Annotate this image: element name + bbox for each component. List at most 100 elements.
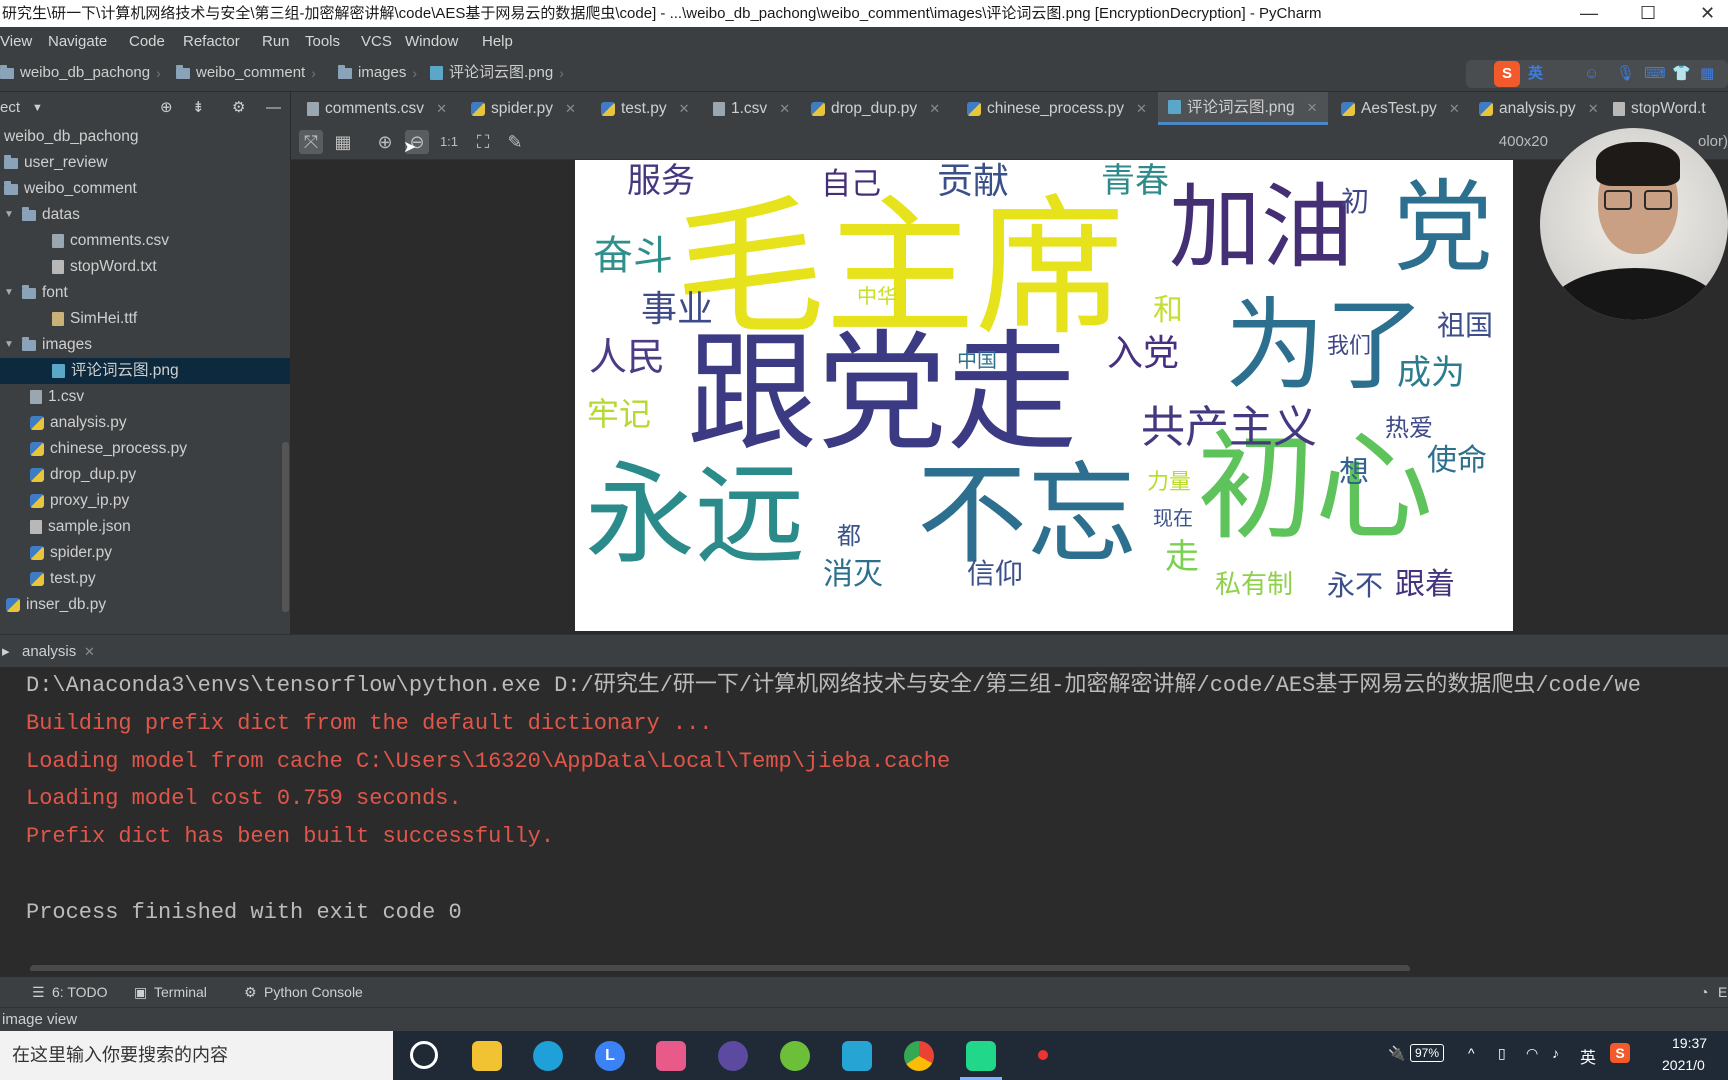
hide-panel-icon[interactable]: —: [266, 92, 281, 124]
record-icon[interactable]: [1038, 1050, 1048, 1060]
expand-arrow-icon[interactable]: ▼: [4, 332, 16, 358]
collapse-all-icon[interactable]: ⇟: [192, 92, 205, 124]
menu-code[interactable]: Code: [129, 27, 165, 56]
battery-indicator[interactable]: 97%: [1410, 1044, 1445, 1062]
close-tab-icon[interactable]: ✕: [1449, 92, 1460, 125]
tab-stopword-txt[interactable]: stopWord.t: [1613, 92, 1706, 125]
shirt-icon[interactable]: 👕: [1672, 60, 1691, 88]
close-tab-icon[interactable]: ✕: [779, 92, 790, 125]
webstorm-icon[interactable]: [842, 1041, 872, 1071]
close-tab-icon[interactable]: ✕: [565, 92, 576, 125]
tree-item-datas[interactable]: ▼ datas: [4, 202, 80, 228]
tree-item-drop-dup-py[interactable]: drop_dup.py: [30, 462, 136, 488]
ime-indicator[interactable]: 英: [1580, 1044, 1596, 1068]
power-icon[interactable]: 🔌: [1388, 1045, 1405, 1062]
chevron-up-icon[interactable]: ^: [1468, 1045, 1475, 1061]
tree-item-font[interactable]: ▼ font: [4, 280, 68, 306]
microphone-icon[interactable]: 🎙: [1616, 60, 1635, 88]
breadcrumb-project[interactable]: weibo_db_pachong ›: [0, 56, 161, 90]
clock-time[interactable]: 19:37: [1672, 1035, 1707, 1051]
fit-zoom-icon[interactable]: ⤧: [299, 130, 323, 154]
expand-arrow-icon[interactable]: ▼: [4, 202, 16, 228]
menu-vcs[interactable]: VCS: [361, 27, 392, 56]
tree-item-1-csv[interactable]: 1.csv: [30, 384, 84, 410]
maximize-button[interactable]: ☐: [1640, 0, 1656, 27]
zoom-in-icon[interactable]: ⊕: [373, 130, 397, 154]
intellij-icon[interactable]: [656, 1041, 686, 1071]
pycharm-icon[interactable]: [966, 1041, 996, 1071]
volume-icon[interactable]: ♪: [1552, 1045, 1559, 1061]
tab-chinese-process-py[interactable]: chinese_process.py ✕: [967, 92, 1147, 125]
project-view-selector[interactable]: ect: [0, 92, 20, 124]
wifi-icon[interactable]: ◠: [1526, 1045, 1538, 1062]
tool-event-log[interactable]: E: [1718, 977, 1727, 1007]
tree-item-stopword-txt[interactable]: stopWord.txt: [52, 254, 157, 280]
chrome-icon[interactable]: [904, 1041, 934, 1071]
menu-window[interactable]: Window: [405, 27, 458, 56]
close-run-tab-icon[interactable]: ✕: [84, 635, 95, 668]
color-picker-icon[interactable]: ✎: [503, 130, 527, 154]
menu-help[interactable]: Help: [482, 27, 513, 56]
tree-item-chinese-process-py[interactable]: chinese_process.py: [30, 436, 187, 462]
tab-comments-csv[interactable]: comments.csv ✕: [307, 92, 447, 125]
close-tab-icon[interactable]: ✕: [679, 92, 690, 125]
grid-toggle-icon[interactable]: ▦: [331, 130, 355, 154]
edge-icon[interactable]: [533, 1041, 563, 1071]
tree-item-wordcloud-png[interactable]: 评论词云图.png: [0, 358, 290, 384]
project-scrollbar[interactable]: [282, 442, 289, 612]
tree-item-user-review[interactable]: user_review: [4, 150, 108, 176]
gear-icon[interactable]: ⚙: [232, 92, 245, 124]
console-horizontal-scrollbar[interactable]: [30, 965, 1410, 971]
tree-item-weibo-db-pachong[interactable]: weibo_db_pachong: [4, 124, 138, 150]
tree-item-simhei-ttf[interactable]: SimHei.ttf: [52, 306, 137, 332]
close-tab-icon[interactable]: ✕: [436, 92, 447, 125]
l-app-icon[interactable]: L: [595, 1041, 625, 1071]
tree-item-sample-json[interactable]: sample.json: [30, 514, 131, 540]
tab-analysis-py[interactable]: analysis.py ✕: [1479, 92, 1599, 125]
app-green-icon[interactable]: [780, 1041, 810, 1071]
tool-todo[interactable]: 6: TODO: [52, 977, 108, 1007]
sogou-tray-icon[interactable]: S: [1610, 1043, 1630, 1063]
tree-item-analysis-py[interactable]: analysis.py: [30, 410, 127, 436]
tree-item-test-py[interactable]: test.py: [30, 566, 96, 592]
cortana-icon[interactable]: [410, 1041, 438, 1069]
fit-window-icon[interactable]: ⛶: [471, 130, 495, 154]
tree-item-proxy-ip-py[interactable]: proxy_ip.py: [30, 488, 129, 514]
tab-test-py[interactable]: test.py ✕: [601, 92, 690, 125]
expand-arrow-icon[interactable]: ▼: [4, 280, 16, 306]
close-tab-icon[interactable]: ✕: [1136, 92, 1147, 125]
breadcrumb-weibo-comment[interactable]: weibo_comment ›: [176, 56, 316, 90]
eclipse-icon[interactable]: [718, 1041, 748, 1071]
menu-view[interactable]: View: [0, 27, 32, 56]
taskbar-search-box[interactable]: 在这里输入你要搜索的内容: [0, 1031, 393, 1080]
tab-drop-dup-py[interactable]: drop_dup.py ✕: [811, 92, 940, 125]
tree-item-images[interactable]: ▼ images: [4, 332, 92, 358]
tab-aestest-py[interactable]: AesTest.py ✕: [1341, 92, 1460, 125]
tab-spider-py[interactable]: spider.py ✕: [471, 92, 576, 125]
ime-language[interactable]: 英: [1528, 60, 1543, 88]
breadcrumb-images[interactable]: images ›: [338, 56, 417, 90]
tool-terminal[interactable]: Terminal: [154, 977, 207, 1007]
chevron-down-icon[interactable]: ▼: [32, 92, 43, 124]
sogou-icon[interactable]: S: [1494, 61, 1520, 87]
breadcrumb-file[interactable]: 评论词云图.png ›: [430, 56, 564, 90]
smile-icon[interactable]: ☺: [1584, 60, 1599, 88]
close-tab-icon[interactable]: ✕: [1588, 92, 1599, 125]
grid-icon[interactable]: ▦: [1700, 60, 1714, 88]
tree-item-spider-py[interactable]: spider.py: [30, 540, 112, 566]
close-button[interactable]: ✕: [1700, 0, 1715, 27]
tree-item-inser-db-py[interactable]: inser_db.py: [6, 592, 106, 618]
menu-tools[interactable]: Tools: [305, 27, 340, 56]
run-console[interactable]: D:\Anaconda3\envs\tensorflow\python.exe …: [0, 667, 1728, 971]
close-tab-icon[interactable]: ✕: [1307, 91, 1318, 124]
file-explorer-icon[interactable]: [472, 1041, 502, 1071]
tree-item-weibo-comment[interactable]: weibo_comment: [4, 176, 137, 202]
clock-date[interactable]: 2021/0: [1662, 1057, 1705, 1073]
locate-icon[interactable]: ⊕: [160, 92, 173, 124]
minimize-button[interactable]: —: [1580, 0, 1598, 27]
menu-run[interactable]: Run: [262, 27, 290, 56]
menu-refactor[interactable]: Refactor: [183, 27, 240, 56]
keyboard-icon[interactable]: ⌨: [1644, 60, 1666, 88]
tablet-icon[interactable]: ▯: [1498, 1045, 1506, 1062]
tree-item-comments-csv[interactable]: comments.csv: [52, 228, 169, 254]
